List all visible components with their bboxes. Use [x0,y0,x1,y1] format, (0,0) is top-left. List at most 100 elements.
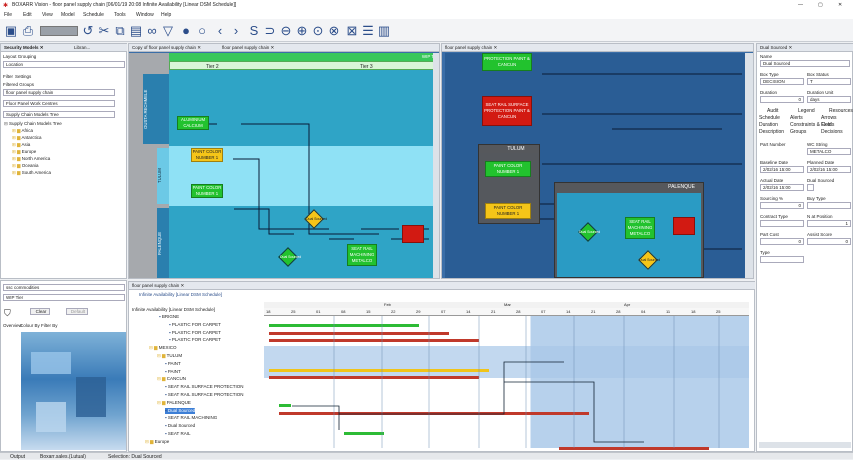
duration-field[interactable]: 0 [760,96,804,103]
gantt-row[interactable]: ▪ Dual Sourced [165,407,196,414]
prop-tab-description[interactable]: Description [759,129,784,135]
tree-node-antarctica[interactable]: ⊞ ▆ Antarctica [12,135,42,141]
zoom-out-icon[interactable]: ⊖ [278,23,294,39]
sourcing-field[interactable]: 0 [760,202,804,209]
prop-tab-audit[interactable]: Audit [767,108,778,114]
node-aluminium[interactable]: ALUMINIUM CALCIUM [177,116,209,130]
right-scrollbar[interactable] [745,53,753,278]
clear-button[interactable]: Clear [30,308,50,315]
menu-help[interactable]: Help [161,12,171,18]
search-box[interactable] [40,26,78,36]
print-icon[interactable]: ⎙ [20,23,36,39]
layout-icon[interactable]: ☰ [360,23,376,39]
node-seat-rail-machining[interactable]: SEAT RAIL MACHINING METALCO [347,244,377,266]
zoom-area-icon[interactable]: ⊗ [326,23,342,39]
center-scrollbar[interactable] [433,53,439,278]
node-palenque-machining[interactable]: SEAT RAIL MACHINING METALCO [625,217,655,239]
gantt-row[interactable]: ▪ SEAT RAIL [165,431,190,437]
overview-minimap[interactable] [21,332,126,450]
work-centres-select[interactable]: Floor Panel Work Centres [3,100,115,107]
grid-icon[interactable]: ⊠ [344,23,360,39]
tree-node-north-america[interactable]: ⊞ ▆ North America [12,156,50,162]
loop-icon[interactable]: S [246,23,262,39]
menu-schedule[interactable]: Schedule [83,12,104,18]
menu-tools[interactable]: Tools [114,12,126,18]
gantt-row[interactable]: ▪ PAINT [165,369,181,375]
stop-icon[interactable]: ○ [194,23,210,39]
zoom-fit-icon[interactable]: ⊃ [262,23,278,39]
tree-node-asia[interactable]: ⊞ ▆ Asia [12,142,30,148]
contract-type-select[interactable] [760,220,804,227]
tab-filter[interactable]: Filter [3,74,13,79]
tab-properties[interactable]: Dual Sourced ✕ [757,44,853,52]
tab-settings[interactable]: Settings [15,74,31,79]
gantt-row[interactable]: ▪ SEAT RAIL SURFACE PROTECTION [165,384,244,390]
commodities-select[interactable]: ssc commodities [3,284,125,291]
assist-score-field[interactable]: 0 [807,238,851,245]
properties-scrollbar[interactable] [759,442,851,448]
name-field[interactable]: Dual Sourced [760,60,850,67]
minimize-button[interactable]: — [798,2,803,8]
wip-tier-select[interactable]: WIP Tier [3,294,125,301]
node-paint-green[interactable]: PAINT COLOR NUMBER 1 [191,184,223,198]
zoom-in-icon[interactable]: ⊕ [294,23,310,39]
prop-tab-decisions[interactable]: Decisions [821,129,843,135]
prop-tab-groups[interactable]: Groups [790,129,806,135]
output-tab[interactable]: Output [10,454,25,460]
gantt-row[interactable]: ⊟ ▆ PALENQUE [157,400,191,406]
prop-tab-schedule[interactable]: Schedule [759,115,780,121]
undo-icon[interactable]: ↺ [80,23,96,39]
close-button[interactable]: ✕ [838,2,842,8]
gantt-row[interactable]: ▪ PAINT [165,361,181,367]
gantt-row[interactable]: ▪ PLASTIC FOR CARPET [169,337,221,343]
tree-select[interactable]: Supply Chain Models Tree [3,111,115,118]
group-tulum-header[interactable]: TULUM [479,145,539,153]
gantt-row[interactable]: ⊟ ▆ Europe [145,439,169,445]
gantt-row[interactable]: ▪ SEAT RAIL MACHINING [165,415,217,421]
prop-tab-resources[interactable]: Resources [829,108,853,114]
funnel-icon[interactable]: ⛉ [4,308,11,319]
prop-tab-fields[interactable]: Fields [821,122,834,128]
tab-gantt[interactable]: floor panel supply chain ✕ [129,282,755,290]
prop-tab-alerts[interactable]: Alerts [790,115,803,121]
baseline-date-field[interactable]: 2/02/16 15:00 [760,166,804,173]
prop-tab-legend[interactable]: Legend [798,108,815,114]
zoom-reset-icon[interactable]: ⊙ [310,23,326,39]
duration-unit-select[interactable]: days [807,96,851,103]
maximize-button[interactable]: ▢ [818,2,823,8]
part-cost-field[interactable]: 0 [760,238,804,245]
gantt-row[interactable]: ▪ PLASTIC FOR CARPET [169,330,221,336]
play-icon[interactable]: ● [178,23,194,39]
node-protection-paint[interactable]: PROTECTION PAINT & CANCUN [482,53,532,71]
gantt-row[interactable]: ⊟ ▆ MEXICO [149,345,177,351]
save-icon[interactable]: ▣ [3,23,19,39]
model-select[interactable]: floor panel supply chain [3,89,115,96]
gantt-row[interactable]: ▪ Dual Sourced [165,423,195,429]
tab-colour-by[interactable]: Colour By [20,323,40,328]
next-icon[interactable]: › [228,23,244,39]
copy-icon[interactable]: ⧉ [112,23,128,39]
gantt-row[interactable]: ⊟ ▆ CANCUN [157,376,186,382]
menu-window[interactable]: Window [136,12,154,18]
tree-node-africa[interactable]: ⊞ ▆ Africa [12,128,33,134]
box-status-select[interactable]: T [807,78,851,85]
tab-overview[interactable]: Overview [3,323,22,328]
tree-node-europe[interactable]: ⊞ ▆ Europe [12,149,36,155]
tree-node-south-america[interactable]: ⊞ ▆ South America [12,170,51,176]
gantt-row[interactable]: ▪ PLASTIC FOR CARPET [169,322,221,328]
node-seat-rail-surface[interactable]: SEAT RAIL SURFACE PROTECTION PAINT & CAN… [482,96,532,126]
wc-string-field[interactable]: METALCO [807,148,851,155]
gantt-row[interactable]: ▪ SEAT RAIL SURFACE PROTECTION [165,392,244,398]
menu-model[interactable]: Model [61,12,75,18]
default-button[interactable]: Default [66,308,88,315]
node-tulum-paint-yellow[interactable]: PAINT COLOR NUMBER 1 [485,203,531,219]
menu-file[interactable]: File [4,12,12,18]
node-tulum-paint-green[interactable]: PAINT COLOR NUMBER 1 [485,161,531,177]
prop-tab-arrows[interactable]: Arrows [821,115,837,121]
output-sales-tab[interactable]: Boxarr.sales.(Lutual) [40,454,86,460]
node-red-output[interactable] [402,225,424,243]
gantt-row[interactable]: ▪ BRIGNE [159,314,179,320]
link-icon[interactable]: ∞ [144,23,160,39]
type-field[interactable] [760,256,804,263]
node-palenque-red[interactable] [673,217,695,235]
